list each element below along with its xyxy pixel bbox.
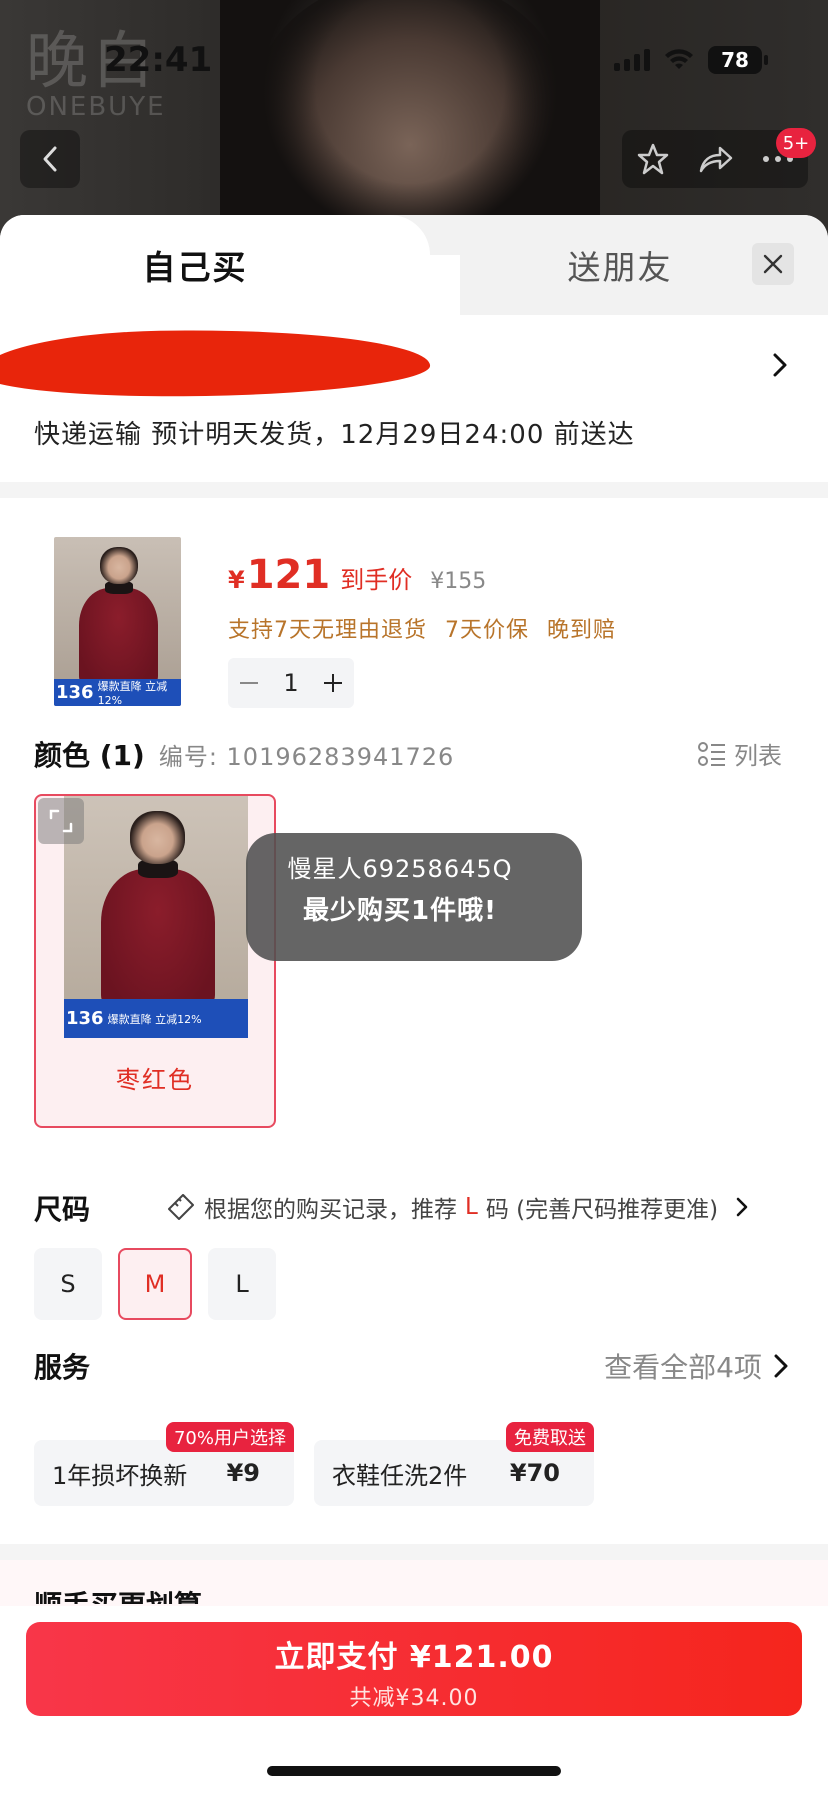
option-promo-strip: 136 爆款直降 立减12% — [64, 999, 248, 1038]
size-heading: 尺码 — [34, 1193, 91, 1226]
star-icon[interactable] — [636, 142, 670, 176]
thumb-sweater — [79, 587, 159, 686]
service-view-all-label: 查看全部4项 — [604, 1351, 762, 1384]
status-bar: 22:41 78 — [0, 0, 828, 110]
price-value: 121 — [246, 552, 331, 598]
service-card-repair[interactable]: 1年损坏换新 ¥9 70%用户选择 — [34, 1422, 294, 1506]
list-view-toggle[interactable]: 列表 — [698, 736, 782, 771]
list-icon — [698, 741, 725, 766]
plus-icon[interactable] — [323, 674, 342, 692]
toast-message: 慢星人69258645Q 最少购买1件哦! — [246, 833, 582, 961]
tab-self-buy[interactable]: 自己买 — [0, 215, 460, 315]
pay-discount: 共减¥34.00 — [349, 1686, 479, 1711]
service-price: ¥70 — [509, 1459, 560, 1487]
guarantee-price-protect: 7天价保 — [445, 618, 529, 643]
list-view-label: 列表 — [734, 742, 782, 770]
service-card-laundry[interactable]: 衣鞋任洗2件 ¥70 免费取送 — [314, 1422, 594, 1506]
option-promo-text: 爆款直降 立减12% — [107, 1012, 202, 1026]
minus-icon[interactable] — [240, 681, 259, 685]
product-thumbnail[interactable]: 136 爆款直降 立减12% — [54, 537, 181, 706]
service-name: 1年损坏换新 — [52, 1461, 188, 1490]
size-tip-size: L — [465, 1194, 478, 1220]
wifi-icon — [665, 49, 693, 69]
share-icon[interactable] — [698, 144, 734, 174]
delivery-estimate: 快递运输 预计明天发货，12月29日24:00 前送达 — [34, 420, 635, 450]
color-option-card[interactable]: 136 爆款直降 立减12% 枣红色 — [34, 794, 276, 1128]
original-price: ¥155 — [430, 569, 487, 594]
home-indicator — [267, 1766, 561, 1776]
status-time: 22:41 — [104, 40, 213, 80]
quantity-value[interactable]: 1 — [283, 669, 298, 697]
pay-now-label: 立即支付 ¥121.00 — [274, 1640, 554, 1675]
address-arrow[interactable] — [772, 352, 788, 382]
size-option-s[interactable]: S — [34, 1248, 102, 1320]
service-price: ¥9 — [226, 1459, 260, 1487]
chevron-right-icon — [736, 1197, 748, 1217]
service-heading: 服务 — [34, 1351, 91, 1384]
size-tip-suffix: 码 (完善尺码推荐更准) — [485, 1197, 719, 1223]
product-code: 编号: 10196283941726 — [158, 743, 455, 771]
size-recommendation[interactable]: 根据您的购买记录，推荐 L 码 (完善尺码推荐更准) — [166, 1190, 748, 1224]
chevron-right-icon — [773, 353, 787, 377]
service-badge: 70%用户选择 — [165, 1422, 294, 1452]
guarantee-return: 支持7天无理由退货 — [228, 618, 427, 643]
color-header: 颜色 (1) 编号: 10196283941726 — [34, 734, 454, 774]
signal-icon — [614, 49, 650, 71]
guarantee-late-compensation: 晚到赔 — [547, 618, 617, 643]
size-options: S M L — [34, 1248, 276, 1320]
thumb-promo-strip: 136 爆款直降 立减12% — [54, 678, 181, 706]
option-sweater — [100, 868, 215, 1009]
size-tip-prefix: 根据您的购买记录，推荐 — [204, 1197, 457, 1223]
back-button[interactable] — [20, 130, 80, 188]
price-row: ¥ 121 到手价 ¥155 — [228, 552, 486, 598]
close-button[interactable] — [752, 243, 794, 285]
size-option-l[interactable]: L — [208, 1248, 276, 1320]
color-option-image: 136 爆款直降 立减12% — [64, 796, 248, 1038]
close-icon — [763, 254, 783, 274]
service-name: 衣鞋任洗2件 — [332, 1461, 468, 1490]
expand-icon[interactable] — [38, 798, 84, 844]
chevron-right-icon — [774, 1354, 788, 1378]
quantity-stepper: 1 — [228, 658, 354, 708]
pay-now-button[interactable]: 立即支付 ¥121.00 共减¥34.00 — [26, 1622, 802, 1716]
thumb-promo-price: 136 — [56, 681, 94, 703]
battery-icon: 78 — [708, 46, 768, 74]
status-icons: 78 — [614, 46, 768, 74]
service-badge: 免费取送 — [506, 1422, 594, 1452]
guarantee-list: 支持7天无理由退货 7天价保 晚到赔 — [228, 612, 616, 644]
section-divider — [0, 482, 828, 498]
expand-arrows-icon — [49, 809, 73, 833]
color-option-label: 枣红色 — [116, 1066, 194, 1094]
option-promo-price: 136 — [66, 1008, 104, 1030]
tab-gift-label: 送朋友 — [567, 248, 673, 287]
thumb-promo-text: 爆款直降 立减12% — [97, 679, 168, 706]
color-heading: 颜色 (1) — [34, 739, 145, 772]
section-divider — [0, 1544, 828, 1560]
tab-gift[interactable]: 送朋友 — [470, 215, 770, 315]
toast-line-user: 慢星人69258645Q — [287, 855, 513, 883]
price-tag: 到手价 — [340, 566, 413, 594]
option-head — [130, 810, 186, 864]
tab-self-buy-label: 自己买 — [142, 248, 248, 287]
chevron-left-icon — [43, 146, 57, 172]
purchase-tabs: 自己买 送朋友 — [0, 215, 828, 315]
ruler-icon — [168, 1194, 194, 1220]
thumb-head — [99, 547, 138, 585]
toast-line-message: 最少购买1件哦! — [303, 896, 497, 926]
price-currency: ¥ — [228, 566, 245, 594]
more-badge: 5+ — [776, 128, 816, 158]
service-view-all[interactable]: 查看全部4项 — [604, 1346, 788, 1386]
size-option-m[interactable]: M — [118, 1248, 192, 1320]
